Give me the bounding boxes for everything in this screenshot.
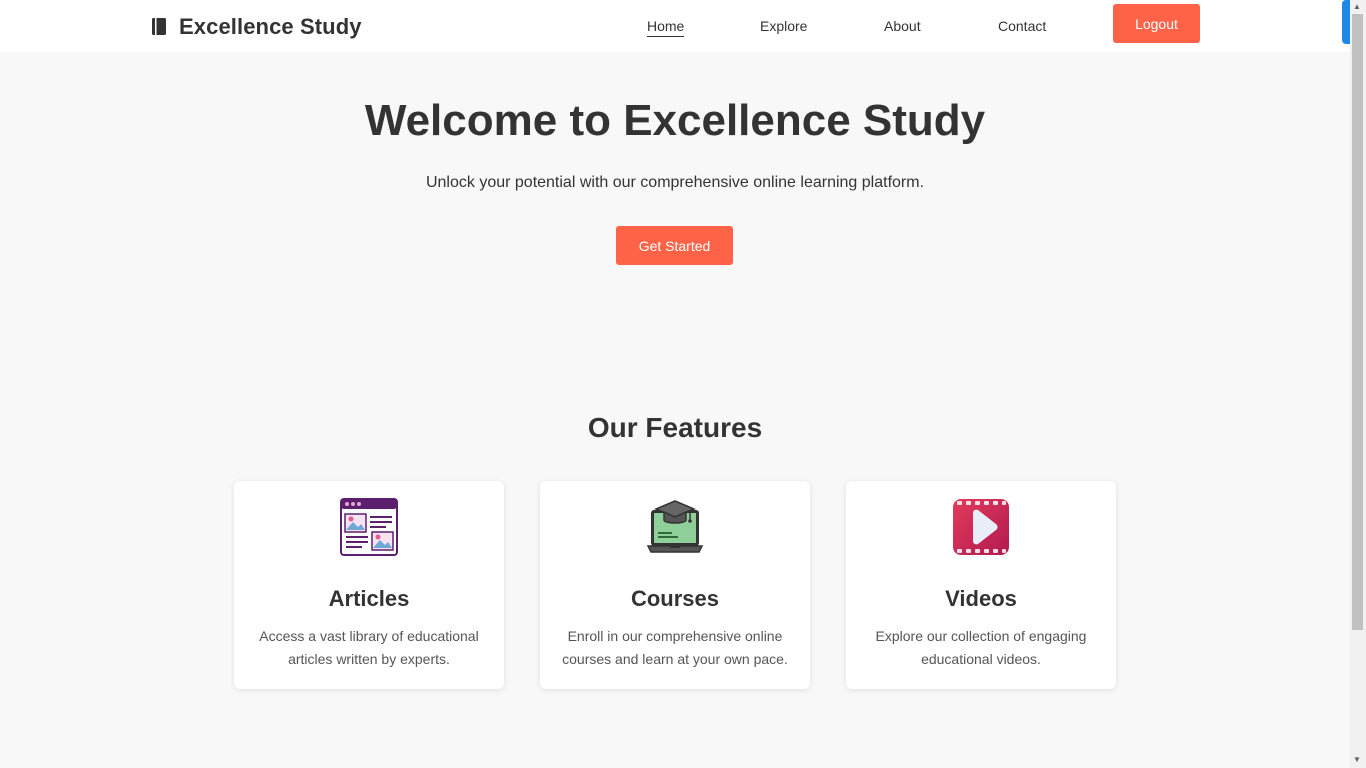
hero-subtitle: Unlock your potential with our comprehen… (425, 174, 925, 191)
nav-about[interactable]: About (884, 18, 921, 34)
feature-description: Explore our collection of engaging educa… (875, 628, 1087, 667)
features-title: Our Features (587, 412, 763, 443)
brand[interactable]: Excellence Study (151, 14, 362, 40)
browser-extension-tab[interactable] (1342, 0, 1350, 44)
feature-description: Access a vast library of educational art… (259, 628, 479, 667)
feature-card-videos[interactable]: Videos Explore our collection of engagin… (846, 481, 1116, 689)
hero-title: Welcome to Excellence Study (364, 96, 986, 145)
logout-button[interactable]: Logout (1113, 4, 1200, 43)
book-icon (152, 18, 166, 35)
articles-icon (340, 498, 398, 556)
scroll-down-icon[interactable]: ▼ (1353, 755, 1361, 764)
courses-icon (646, 500, 704, 553)
feature-description: Enroll in our comprehensive online cours… (562, 628, 788, 667)
scrollbar-thumb[interactable] (1352, 14, 1363, 630)
get-started-button[interactable]: Get Started (616, 226, 733, 265)
feature-card-courses[interactable]: Courses Enroll in our comprehensive onli… (540, 481, 810, 689)
navbar: Excellence Study Home Explore About Cont… (0, 0, 1350, 52)
nav-home[interactable]: Home (647, 18, 685, 37)
videos-icon (953, 499, 1009, 555)
feature-title: Courses (630, 586, 720, 611)
nav-explore[interactable]: Explore (760, 18, 807, 34)
nav-contact[interactable]: Contact (998, 18, 1046, 34)
feature-title: Articles (328, 586, 410, 611)
feature-title: Videos (945, 586, 1017, 611)
brand-name: Excellence Study (179, 14, 362, 39)
feature-card-articles[interactable]: Articles Access a vast library of educat… (234, 481, 504, 689)
scroll-up-icon[interactable]: ▲ (1353, 2, 1361, 11)
